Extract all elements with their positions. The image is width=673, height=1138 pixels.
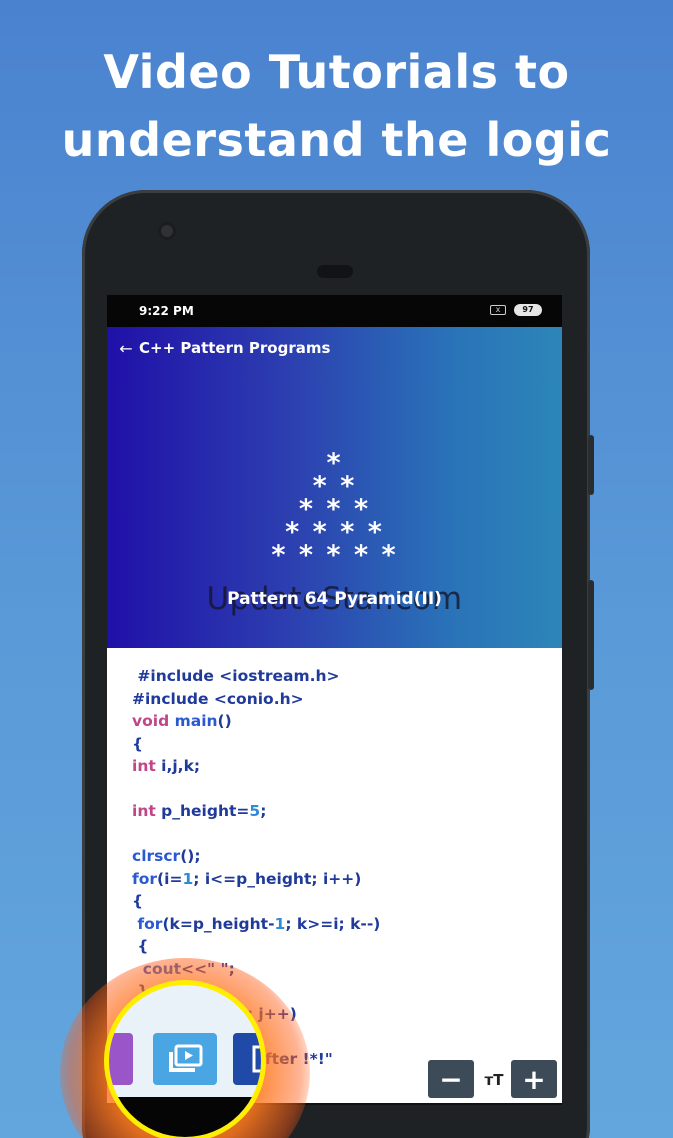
code-line: for(k=p_height-1; k>=i; k--)	[137, 914, 381, 933]
star-pyramid: * * * * * * * * * * * * * * *	[107, 450, 562, 571]
code-line: {	[132, 734, 144, 753]
code-line: int p_height=5;	[132, 802, 267, 820]
battery-icon: 97	[514, 304, 542, 316]
back-arrow-icon[interactable]: ←	[115, 339, 137, 358]
video-library-icon	[169, 1044, 203, 1072]
app-bar-title: C++ Pattern Programs	[139, 339, 331, 357]
code-line: clrscr();	[132, 847, 201, 865]
headline: Video Tutorials to understand the logic	[0, 38, 673, 174]
video-tutorial-button[interactable]	[153, 1033, 217, 1085]
pyramid-row: * * * * *	[271, 540, 398, 571]
front-camera-icon	[158, 222, 176, 240]
phone-volume-button	[588, 580, 594, 690]
magnified-nav-bar	[109, 1097, 261, 1137]
status-time: 9:22 PM	[139, 304, 194, 318]
no-sim-icon: x	[490, 305, 506, 315]
headline-line-2: understand the logic	[61, 113, 612, 167]
decrease-font-button[interactable]: −	[428, 1060, 474, 1098]
increase-font-button[interactable]: +	[511, 1060, 557, 1098]
app-bar: ← C++ Pattern Programs	[115, 333, 330, 363]
code-line: #include <iostream.h>	[132, 667, 340, 685]
status-icons: x 97	[490, 304, 542, 316]
code-line: void main()	[132, 712, 232, 730]
code-line: int i,j,k;	[132, 757, 201, 775]
code-line: for(i=1; i<=p_height; i++)	[132, 869, 362, 888]
headline-line-1: Video Tutorials to	[103, 45, 570, 99]
share-icon: <	[109, 1047, 110, 1072]
phone-power-button	[588, 435, 594, 495]
pattern-hero: ← C++ Pattern Programs * * * * * * * * *…	[107, 327, 562, 648]
share-button[interactable]: <	[109, 1033, 133, 1085]
code-file-icon	[252, 1045, 261, 1073]
pattern-title: Pattern 64 Pyramid(II)	[227, 589, 442, 609]
code-line: #include <conio.h>	[132, 689, 304, 708]
code-line: {	[132, 892, 144, 910]
highlight-magnifier: <	[104, 980, 266, 1138]
font-size-icon: тT	[484, 1071, 504, 1089]
code-view-button[interactable]	[233, 1033, 261, 1085]
status-bar: 9:22 PM x 97	[107, 295, 562, 327]
earpiece-speaker	[317, 265, 353, 278]
code-line: {	[132, 937, 149, 955]
